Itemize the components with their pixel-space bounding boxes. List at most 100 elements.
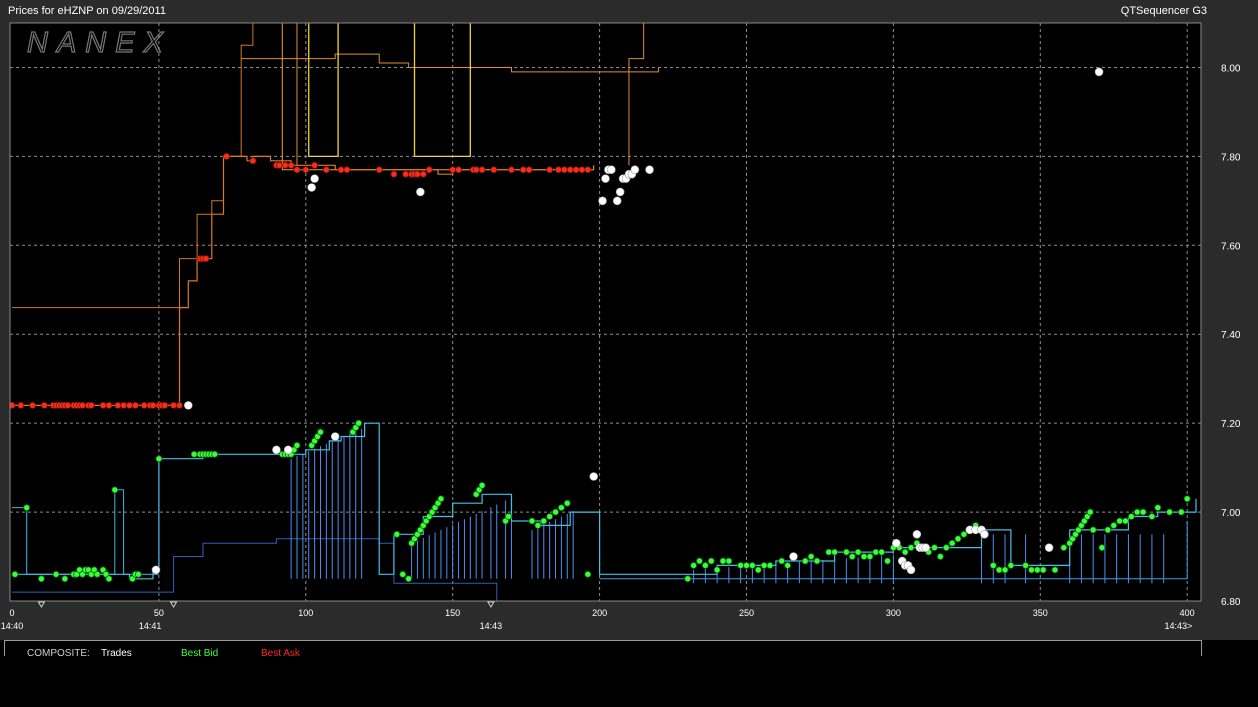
x-tick-label-7: 350 [1033,608,1048,618]
best-bid-point-138 [1133,508,1141,516]
best-ask-point-29 [176,401,183,409]
best-ask-point-43 [337,166,345,174]
best-bid-point-82 [766,562,774,569]
y-axis: 6.80 7.00 7.20 7.40 7.60 7.80 8.00 [1221,63,1241,608]
best-ask-point-50 [414,170,421,178]
best-ask-point-60 [519,166,527,174]
best-ask-point-59 [508,166,515,174]
bottom-area [0,656,1258,707]
best-bid-point-58 [478,481,486,489]
best-bid-point-88 [825,548,833,556]
trade-point-7 [416,187,425,197]
best-bid-point-71 [696,557,703,565]
best-bid-point-21 [155,455,163,463]
best-bid-point-83 [778,557,786,565]
best-bid-point-34 [293,441,301,449]
best-bid-point-96 [878,548,886,556]
best-bid-point-22 [190,450,198,458]
best-ask-point-28 [170,401,177,409]
best-bid-point-134 [1110,522,1118,529]
best-bid-point-28 [211,450,219,458]
x-tick-label-8: 400 [1180,608,1195,618]
y-tick-label-0: 6.80 [1221,597,1241,608]
best-ask-point-61 [525,166,533,174]
best-bid-point-141 [1154,504,1162,512]
best-bid-point-136 [1122,517,1129,525]
best-ask-point-51 [419,170,427,178]
v-marker-1 [37,601,46,608]
best-bid-point-13 [93,570,101,578]
best-bid-point-117 [1022,562,1029,569]
v-marker-3 [487,601,495,608]
plot-area [10,23,1201,601]
trade-point-26 [906,565,916,575]
best-bid-point-91 [848,553,856,560]
best-bid-point-95 [872,548,880,556]
trade-point-9 [598,196,607,206]
v-marker-2 [169,601,178,608]
x-time-label-0: 14:40 [1,621,24,631]
best-ask-point-68 [584,166,592,174]
best-bid-point-65 [552,508,559,516]
best-bid-point-114 [995,566,1003,574]
trade-point-13 [612,196,622,206]
best-ask-point-63 [555,166,562,174]
y-tick-label-1: 7.00 [1221,508,1241,519]
best-ask-point-52 [425,166,433,174]
best-bid-point-20 [134,570,142,578]
best-ask-point-32 [202,255,210,263]
best-bid-point-70 [690,562,698,569]
best-ask-point-39 [293,166,301,174]
trade-point-12 [607,165,616,175]
best-bid-point-69 [684,575,692,583]
best-ask-point-44 [343,166,351,174]
best-bid-point-76 [725,557,733,565]
trade-point-20 [645,165,654,175]
best-ask-point-45 [375,166,383,174]
best-bid-point-41 [355,419,363,427]
best-bid-point-75 [719,557,727,565]
best-ask-point-15 [87,401,95,409]
best-bid-point-101 [907,544,915,552]
best-bid-point-90 [842,548,850,556]
best-bid-point-16 [105,575,113,583]
best-ask-point-17 [105,401,113,409]
best-ask-point-65 [566,166,574,174]
best-bid-point-61 [528,517,536,525]
best-bid-point-43 [399,570,407,578]
trade-point-34 [980,530,989,539]
best-bid-point-113 [989,562,997,569]
x-tick-label-0: 0 [9,608,14,618]
trade-point-36 [1094,67,1104,77]
best-bid-point-139 [1139,508,1147,516]
x-tick-label-2: 100 [298,608,313,618]
best-ask-point-67 [578,166,586,174]
trade-point-30 [921,543,931,552]
x-tick-label-3: 150 [445,608,460,618]
best-ask-point-64 [560,166,568,174]
best-bid-point-93 [860,553,868,560]
best-ask-point-2 [29,401,36,409]
trade-point-8 [589,472,599,481]
best-bid-point-63 [540,517,548,525]
best-bid-point-64 [546,513,554,520]
best-ask-point-47 [402,170,410,178]
x-time-label-3: 14:43> [1164,621,1192,631]
best-bid-point-4 [61,575,69,583]
price-chart[interactable]: NANEX 6.80 7.00 7.20 7.40 7.60 7.80 8.00 0 50 10… [0,0,1258,640]
best-bid-point-68 [584,570,592,578]
best-bid-point-94 [866,553,874,560]
best-bid-point-108 [954,535,962,543]
best-ask-point-21 [131,401,139,409]
best-bid-point-60 [505,513,512,520]
best-bid-point-42 [393,530,401,538]
best-bid-point-92 [854,548,862,556]
best-bid-point-121 [1051,566,1059,574]
trade-point-14 [615,187,625,197]
x-tick-label-4: 200 [592,608,607,618]
best-ask-point-1 [17,401,25,409]
x-time-label-2: 14:43 [480,621,503,631]
best-bid-point-1 [23,504,31,512]
best-bid-point-132 [1098,544,1106,552]
trade-point-27 [912,530,922,539]
